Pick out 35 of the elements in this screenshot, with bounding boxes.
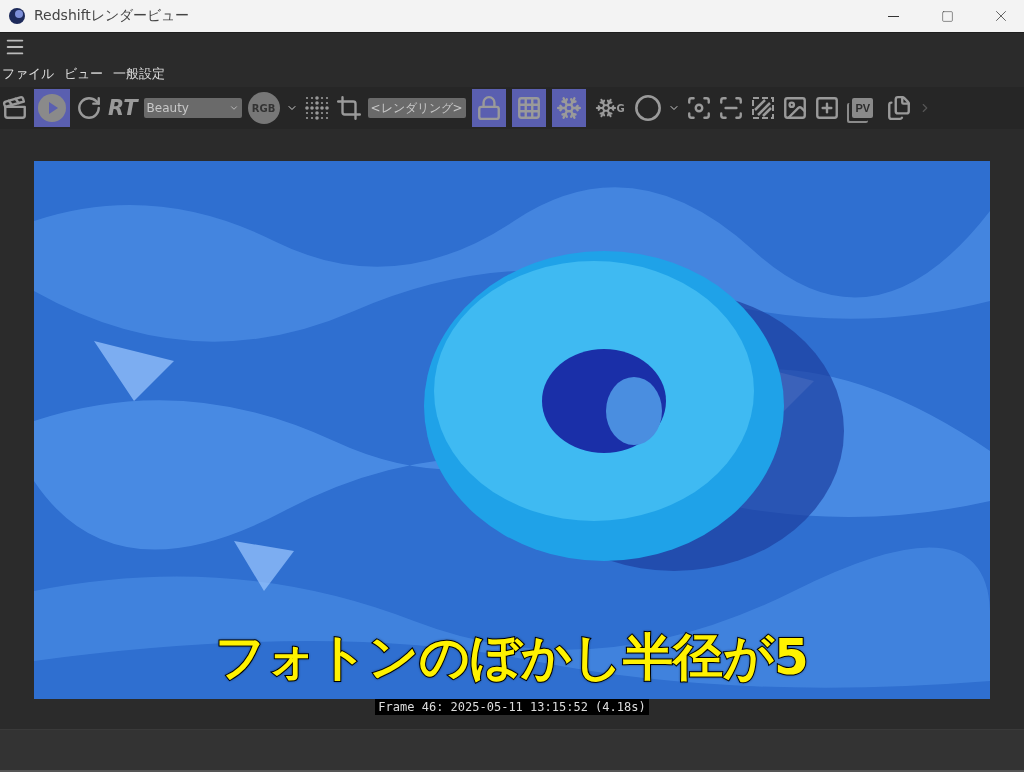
menu-item[interactable]: ファイル xyxy=(2,65,54,83)
aov-dropdown[interactable]: Beauty xyxy=(143,98,242,118)
grid-icon xyxy=(515,95,542,121)
clapperboard-icon[interactable] xyxy=(2,95,28,121)
rgb-button[interactable]: RGB xyxy=(247,92,280,124)
snowflake-icon xyxy=(594,97,617,119)
frame-info: Frame 46: 2025-05-11 13:15:52 (4.18s) xyxy=(375,699,649,715)
menu-item[interactable]: ビュー xyxy=(64,65,103,83)
hatched-square-icon[interactable] xyxy=(749,95,776,121)
snowflake-button[interactable] xyxy=(551,89,586,127)
circle-icon[interactable] xyxy=(633,94,662,122)
snowflake-g-button[interactable]: G xyxy=(591,89,628,127)
minimize-icon xyxy=(887,15,899,17)
caret-icon xyxy=(228,103,239,113)
caption: フォトンのぼかし半径が5 xyxy=(214,627,810,688)
app-logo-icon xyxy=(8,7,26,25)
maximize-icon xyxy=(940,9,954,23)
lock-icon xyxy=(475,95,502,121)
window-title: Redshiftレンダービュー xyxy=(34,7,190,25)
focus-icon[interactable] xyxy=(685,95,712,121)
camera-dropdown[interactable]: <レンダリング> xyxy=(367,98,466,118)
grid-button[interactable] xyxy=(511,89,546,127)
refresh-icon[interactable] xyxy=(76,95,102,121)
dot-grid-icon[interactable] xyxy=(303,95,330,121)
image-icon[interactable] xyxy=(781,95,808,121)
scan-icon[interactable] xyxy=(717,95,744,121)
play-icon xyxy=(37,93,67,123)
menu-item[interactable]: 一般設定 xyxy=(113,65,165,83)
snowflake-icon xyxy=(555,95,582,121)
files-icon[interactable] xyxy=(885,95,912,121)
rt-label[interactable]: RT xyxy=(108,96,138,120)
pv-button[interactable]: PV xyxy=(845,93,880,123)
crop-icon[interactable] xyxy=(335,95,362,121)
lock-button[interactable] xyxy=(471,89,506,127)
add-icon[interactable] xyxy=(813,95,840,121)
